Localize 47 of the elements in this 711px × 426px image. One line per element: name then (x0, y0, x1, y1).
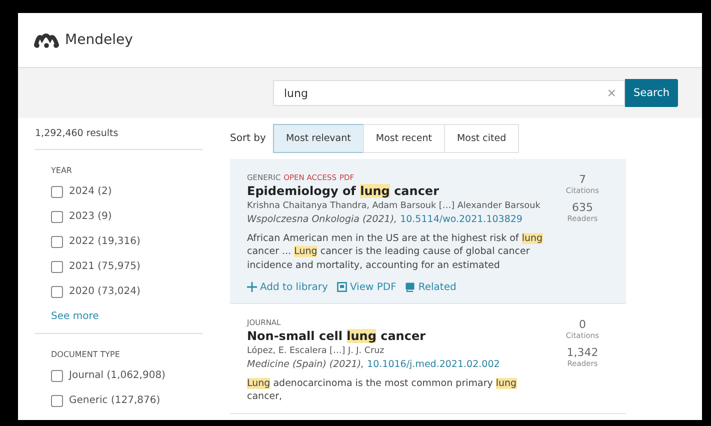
filter-label: 2023 (9) (69, 211, 112, 222)
filter-heading: DOCUMENT TYPE (51, 350, 121, 359)
citations-count: 0 (578, 318, 587, 331)
logo-icon (34, 32, 59, 48)
result-source: Medicine (Spain) (2021), (247, 358, 364, 370)
filter-label: Journal (1,062,908) (69, 370, 166, 381)
result-authors: Krishna Chaitanya Thandra, Adam Barsouk […] Alexander Barsouk (247, 201, 542, 211)
result-source: Wspolczesna Onkologia (2021), (247, 214, 398, 225)
plus-icon (247, 282, 257, 292)
checkbox[interactable] (51, 210, 63, 222)
filter-label: 2021 (75,975) (69, 261, 140, 272)
sort-tab[interactable]: Most recent (362, 124, 445, 153)
sort-label: Sort by (230, 133, 266, 144)
checkbox[interactable] (51, 370, 63, 382)
result-authors: López, E. Escalera […] J. J. Cruz (247, 346, 386, 356)
readers-count: 1,342 (566, 346, 600, 359)
result-abstract: African American men in the US are at the highest risk of lung cancer ... Lung cancer is the leading cause of global cancer incidence and mortality, accounting for an estimated (247, 232, 544, 272)
checkbox[interactable] (51, 394, 63, 406)
document-icon (336, 282, 347, 292)
search-button[interactable]: Search (625, 79, 678, 107)
doi-link[interactable]: 10.5114/wo.2021.103829 (400, 214, 522, 225)
action-link[interactable]: View PDF (336, 282, 396, 293)
stack-icon (405, 282, 416, 292)
checkbox[interactable] (51, 260, 63, 272)
action-link[interactable]: Related (405, 282, 456, 293)
filter-label: 2020 (73,024) (69, 286, 140, 297)
readers-count: 635 (571, 201, 594, 214)
checkbox[interactable] (51, 286, 63, 298)
filter-label: Generic (127,876) (69, 395, 160, 406)
action-link[interactable]: Add to library (247, 282, 328, 293)
sort-tab[interactable]: Most cited (444, 124, 520, 153)
result-title[interactable]: Epidemiology of lung cancer (247, 184, 549, 198)
result-abstract: Lung adenocarcinoma is the most common primary lung cancer, (247, 376, 518, 404)
doi-link[interactable]: 10.1016/j.med.2021.02.002 (367, 358, 500, 370)
search-field[interactable]: lung × (273, 80, 625, 106)
checkbox[interactable] (51, 186, 63, 198)
citations-count: 7 (578, 173, 587, 186)
clear-button[interactable]: × (607, 84, 616, 102)
results-count: 1,292,460 results (35, 128, 203, 150)
sort-tab[interactable]: Most relevant (272, 124, 364, 153)
result-title[interactable]: Non-small cell lung cancer (247, 328, 549, 343)
brand-name: Mendeley (65, 32, 133, 48)
filter-label: 2022 (19,316) (69, 236, 140, 247)
checkbox[interactable] (51, 236, 63, 248)
filter-label: 2024 (2) (69, 186, 112, 197)
filter-heading: YEAR (51, 166, 73, 175)
see-more-link[interactable]: See more (51, 311, 99, 322)
